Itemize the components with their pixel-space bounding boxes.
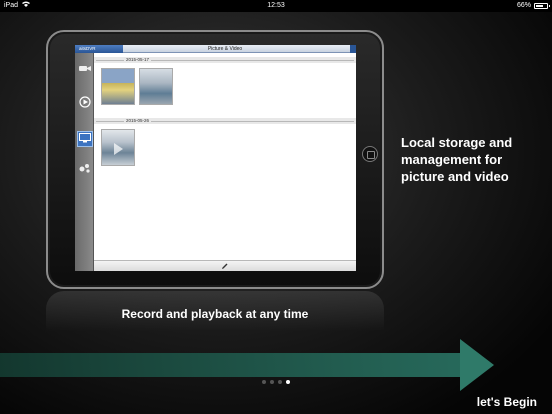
- feature-subcaption: Record and playback at any time: [121, 307, 309, 321]
- sidebar-item-settings[interactable]: [77, 161, 93, 177]
- page-dot-current[interactable]: [286, 380, 290, 384]
- picture-thumbnail[interactable]: [139, 68, 173, 105]
- play-icon: [79, 95, 91, 113]
- app-title: Picture & Video: [207, 46, 243, 52]
- battery-icon: [534, 3, 550, 9]
- feature-caption: Local storage and management for picture…: [401, 135, 513, 184]
- app-tab-label: aitsDVR: [79, 46, 96, 51]
- settings-icon: [79, 160, 91, 178]
- edit-icon[interactable]: [221, 257, 229, 271]
- page-dot[interactable]: [270, 380, 274, 384]
- sidebar: [75, 53, 94, 271]
- app-tab: aitsDVR: [75, 45, 123, 53]
- monitor-icon: [79, 130, 91, 148]
- app-header: aitsDVR Picture & Video: [75, 45, 356, 53]
- battery-percent: 66%: [516, 2, 531, 9]
- gallery: 2015-05-17 2015-05-26: [94, 53, 356, 271]
- home-button-icon: [362, 146, 378, 162]
- arrow-graphic: [0, 353, 462, 377]
- app-corner: [350, 45, 356, 53]
- sidebar-item-camera[interactable]: [77, 61, 93, 77]
- date-header: 2015-05-26: [94, 118, 356, 124]
- date-label: 2015-05-26: [124, 118, 152, 123]
- status-bar: iPad 12:53 66%: [0, 0, 552, 12]
- date-label: 2015-05-17: [124, 57, 152, 62]
- sidebar-item-playback[interactable]: [77, 96, 93, 112]
- begin-button[interactable]: let's Begin: [477, 395, 537, 409]
- page-indicator[interactable]: [262, 380, 290, 384]
- page-dot[interactable]: [278, 380, 282, 384]
- camera-icon: [79, 60, 91, 78]
- page-dot[interactable]: [262, 380, 266, 384]
- sidebar-item-storage[interactable]: [77, 131, 93, 147]
- arrow-head-icon: [460, 339, 494, 391]
- app-screen: aitsDVR Picture & Video 2015-05-17 2015-…: [75, 45, 356, 271]
- bottom-toolbar: [94, 260, 356, 271]
- date-header: 2015-05-17: [94, 57, 356, 63]
- video-play-icon: [114, 143, 123, 155]
- clock: 12:53: [267, 2, 285, 9]
- video-thumbnail[interactable]: [101, 129, 135, 166]
- picture-thumbnail[interactable]: [101, 68, 135, 105]
